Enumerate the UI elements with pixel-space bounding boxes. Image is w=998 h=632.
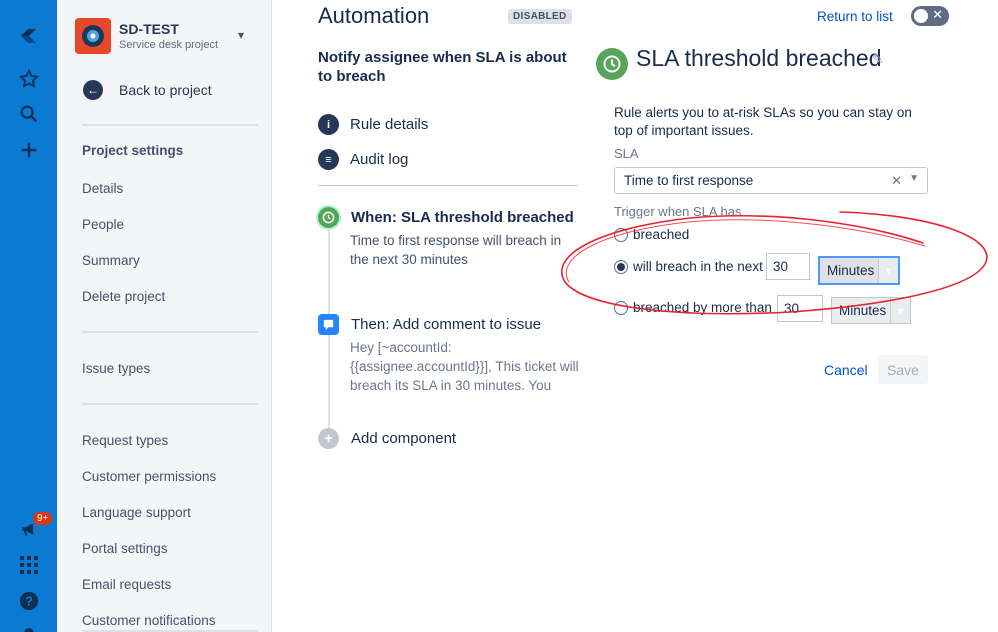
search-icon[interactable] — [16, 101, 42, 127]
radio-breached-more[interactable] — [614, 300, 628, 315]
clear-icon[interactable]: ✕ — [891, 173, 902, 189]
page-title: Automation — [318, 3, 430, 28]
action-step-title[interactable]: Then: Add comment to issue — [351, 316, 541, 333]
chevron-down-icon: ▼ — [878, 258, 898, 283]
breached-more-unit-value: Minutes — [839, 303, 887, 318]
divider — [318, 185, 578, 186]
star-icon[interactable] — [16, 66, 42, 92]
divider — [82, 403, 258, 405]
svg-text:?: ? — [25, 594, 33, 609]
sidebar-item-summary[interactable]: Summary — [82, 253, 140, 268]
sidebar-item-issue-types[interactable]: Issue types — [82, 361, 150, 376]
sidebar-item-people[interactable]: People — [82, 217, 124, 232]
plus-icon[interactable] — [16, 137, 42, 163]
rule-details-label: Rule details — [350, 116, 429, 133]
back-to-project-link[interactable]: ← Back to project — [83, 80, 212, 100]
divider — [82, 331, 258, 333]
sidebar-item-customer-permissions[interactable]: Customer permissions — [82, 469, 216, 484]
trigger-label: Trigger when SLA has — [614, 204, 742, 219]
sidebar-item-portal-settings[interactable]: Portal settings — [82, 541, 168, 556]
clock-icon — [318, 207, 339, 228]
breached-more-amount-input[interactable]: 30 — [777, 295, 823, 322]
option-breached[interactable]: breached — [614, 227, 689, 242]
arrow-left-icon: ← — [83, 80, 103, 100]
project-sidebar: SD-TEST Service desk project ▾ ← Back to… — [57, 0, 272, 632]
audit-log-label: Audit log — [350, 151, 409, 168]
action-step-description: Hey [~accountId: {{assignee.accountId}}]… — [350, 340, 579, 393]
option-breached-more-label: breached by more than — [633, 300, 772, 315]
jira-logo-icon[interactable] — [16, 22, 42, 48]
option-will-breach-label: will breach in the next — [633, 259, 763, 274]
global-nav: 9+ ? — [0, 0, 57, 632]
will-breach-amount-input[interactable]: 30 — [766, 253, 810, 280]
chevron-down-icon[interactable]: ▾ — [238, 28, 244, 42]
info-icon: i — [318, 114, 339, 135]
add-icon[interactable]: + — [318, 428, 339, 449]
chevron-down-icon[interactable]: ▼ — [909, 173, 919, 184]
close-icon: ✕ — [932, 7, 943, 22]
cancel-button[interactable]: Cancel — [824, 362, 868, 378]
rule-enabled-toggle[interactable]: ✕ — [911, 6, 949, 26]
settings-icon[interactable] — [16, 620, 42, 632]
sidebar-item-request-types[interactable]: Request types — [82, 433, 168, 448]
audit-log-icon: ≡ — [318, 149, 339, 170]
notification-badge: 9+ — [33, 512, 53, 525]
trigger-step-title[interactable]: When: SLA threshold breached — [351, 209, 574, 226]
trigger-step-description: Time to first response will breach in th… — [350, 233, 562, 267]
clock-icon — [596, 48, 628, 80]
sla-select-value: Time to first response — [624, 173, 754, 188]
sla-select[interactable]: Time to first response ✕ ▼ — [614, 167, 928, 194]
save-button[interactable]: Save — [878, 355, 928, 384]
rule-name: Notify assignee when SLA is about to bre… — [318, 49, 567, 85]
radio-will-breach[interactable] — [614, 259, 628, 274]
option-will-breach[interactable]: will breach in the next — [614, 259, 763, 274]
will-breach-unit-value: Minutes — [827, 263, 875, 278]
pencil-icon[interactable]: ✎ — [872, 51, 884, 68]
panel-title: SLA threshold breached — [636, 45, 882, 71]
help-icon[interactable]: ? — [16, 588, 42, 614]
rule-details-link[interactable]: i Rule details — [318, 114, 428, 135]
will-breach-unit-select[interactable]: Minutes ▼ — [818, 256, 900, 285]
divider — [82, 124, 258, 126]
project-type: Service desk project — [119, 39, 219, 51]
option-breached-more[interactable]: breached by more than — [614, 300, 772, 315]
chevron-down-icon: ▼ — [890, 298, 910, 323]
project-name: SD-TEST — [119, 21, 179, 37]
sidebar-item-customer-notifications[interactable]: Customer notifications — [82, 613, 216, 628]
sidebar-item-language-support[interactable]: Language support — [82, 505, 191, 520]
project-header[interactable]: SD-TEST Service desk project — [75, 18, 218, 54]
section-title: Project settings — [82, 143, 184, 158]
sidebar-item-delete-project[interactable]: Delete project — [82, 289, 165, 304]
comment-icon — [318, 314, 339, 335]
radio-breached[interactable] — [614, 227, 628, 242]
audit-log-link[interactable]: ≡ Audit log — [318, 149, 408, 170]
back-label: Back to project — [119, 82, 212, 98]
return-to-list-link[interactable]: Return to list — [817, 9, 893, 24]
sidebar-item-email-requests[interactable]: Email requests — [82, 577, 171, 592]
option-breached-label: breached — [633, 227, 690, 242]
breached-more-unit-select[interactable]: Minutes ▼ — [831, 297, 911, 324]
apps-grid-icon[interactable] — [16, 552, 42, 578]
panel-description: Rule alerts you to at-risk SLAs so you c… — [614, 105, 912, 138]
toggle-knob — [914, 9, 928, 23]
project-avatar — [75, 18, 111, 54]
add-component-button[interactable]: Add component — [351, 430, 456, 447]
sidebar-item-details[interactable]: Details — [82, 181, 123, 196]
status-badge: DISABLED — [508, 9, 572, 24]
sla-label: SLA — [614, 146, 639, 161]
